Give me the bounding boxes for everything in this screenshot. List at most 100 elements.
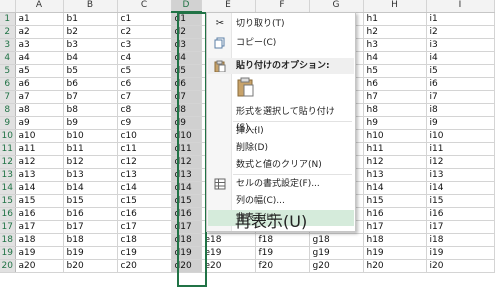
menu-item-insert[interactable]: 挿入(I) <box>208 123 354 139</box>
cell[interactable]: a5 <box>15 64 64 78</box>
cell[interactable]: d15 <box>171 194 202 208</box>
cell[interactable]: b2 <box>63 25 118 39</box>
cell[interactable]: h8 <box>363 103 427 117</box>
cell[interactable]: c17 <box>117 220 172 234</box>
cell[interactable]: b8 <box>63 103 118 117</box>
cell[interactable]: i19 <box>426 246 495 260</box>
cell[interactable]: i14 <box>426 181 495 195</box>
cell[interactable]: c8 <box>117 103 172 117</box>
cell[interactable]: e19 <box>201 246 256 260</box>
cell[interactable]: a15 <box>15 194 64 208</box>
cell[interactable]: c9 <box>117 116 172 130</box>
cell[interactable]: d17 <box>171 220 202 234</box>
cell[interactable]: h5 <box>363 64 427 78</box>
cell[interactable]: c16 <box>117 207 172 221</box>
cell[interactable]: g18 <box>309 233 364 247</box>
row-header[interactable]: 7 <box>0 90 16 104</box>
cell[interactable]: h20 <box>363 259 427 273</box>
cell[interactable]: a11 <box>15 142 64 156</box>
cell[interactable]: i3 <box>426 38 495 52</box>
cell[interactable]: i2 <box>426 25 495 39</box>
cell[interactable]: c12 <box>117 155 172 169</box>
cell[interactable]: i10 <box>426 129 495 143</box>
cell[interactable]: h4 <box>363 51 427 65</box>
cell[interactable]: b14 <box>63 181 118 195</box>
cell[interactable]: h10 <box>363 129 427 143</box>
column-header-g[interactable]: G <box>309 0 364 13</box>
cell[interactable]: h9 <box>363 116 427 130</box>
cell[interactable]: c18 <box>117 233 172 247</box>
cell[interactable]: a2 <box>15 25 64 39</box>
column-header-b[interactable]: B <box>63 0 118 13</box>
column-header-i[interactable]: I <box>426 0 495 13</box>
cell[interactable]: b16 <box>63 207 118 221</box>
cell[interactable]: d16 <box>171 207 202 221</box>
cell[interactable]: h6 <box>363 77 427 91</box>
cell[interactable]: c4 <box>117 51 172 65</box>
cell[interactable]: c15 <box>117 194 172 208</box>
cell[interactable]: d19 <box>171 246 202 260</box>
menu-item-delete[interactable]: 削除(D) <box>208 140 354 156</box>
cell[interactable]: d4 <box>171 51 202 65</box>
row-header[interactable]: 3 <box>0 38 16 52</box>
column-header-d[interactable]: D <box>171 0 202 13</box>
menu-item-copy[interactable]: コピー(C) <box>208 35 354 51</box>
cell[interactable]: f20 <box>255 259 310 273</box>
cell[interactable]: d13 <box>171 168 202 182</box>
menu-item-cut[interactable]: ✂ 切り取り(T) <box>208 16 354 32</box>
column-header-e[interactable]: E <box>201 0 256 13</box>
cell[interactable]: d11 <box>171 142 202 156</box>
row-header[interactable]: 12 <box>0 155 16 169</box>
cell[interactable]: i17 <box>426 220 495 234</box>
row-header[interactable]: 18 <box>0 233 16 247</box>
column-header-f[interactable]: F <box>255 0 310 13</box>
row-header[interactable]: 9 <box>0 116 16 130</box>
cell[interactable]: h3 <box>363 38 427 52</box>
cell[interactable]: c7 <box>117 90 172 104</box>
menu-item-unhide[interactable]: 再表示(U) <box>207 214 383 230</box>
column-header-a[interactable]: A <box>15 0 64 13</box>
row-header[interactable]: 15 <box>0 194 16 208</box>
cell[interactable]: c6 <box>117 77 172 91</box>
row-header[interactable]: 20 <box>0 259 16 273</box>
cell[interactable]: c14 <box>117 181 172 195</box>
cell[interactable]: a12 <box>15 155 64 169</box>
cell[interactable]: b18 <box>63 233 118 247</box>
cell[interactable]: b9 <box>63 116 118 130</box>
row-header[interactable]: 6 <box>0 77 16 91</box>
row-header[interactable]: 4 <box>0 51 16 65</box>
cell[interactable]: a7 <box>15 90 64 104</box>
cell[interactable]: h1 <box>363 12 427 26</box>
cell[interactable]: c5 <box>117 64 172 78</box>
cell[interactable]: a14 <box>15 181 64 195</box>
cell[interactable]: i8 <box>426 103 495 117</box>
menu-item-paste-special[interactable]: 形式を選択して貼り付け(S)... <box>208 104 354 133</box>
cell[interactable]: b10 <box>63 129 118 143</box>
cell[interactable]: h7 <box>363 90 427 104</box>
cell[interactable]: d10 <box>171 129 202 143</box>
row-header[interactable]: 19 <box>0 246 16 260</box>
cell[interactable]: a3 <box>15 38 64 52</box>
cell[interactable]: c1 <box>117 12 172 26</box>
cell[interactable]: d3 <box>171 38 202 52</box>
cell[interactable]: i6 <box>426 77 495 91</box>
cell[interactable]: d9 <box>171 116 202 130</box>
cell[interactable]: i1 <box>426 12 495 26</box>
cell[interactable]: c2 <box>117 25 172 39</box>
cell[interactable]: b3 <box>63 38 118 52</box>
cell[interactable]: d2 <box>171 25 202 39</box>
row-header[interactable]: 14 <box>0 181 16 195</box>
cell[interactable]: b7 <box>63 90 118 104</box>
cell[interactable]: a1 <box>15 12 64 26</box>
cell[interactable]: a18 <box>15 233 64 247</box>
row-header[interactable]: 10 <box>0 129 16 143</box>
cell[interactable]: e20 <box>201 259 256 273</box>
row-header[interactable]: 13 <box>0 168 16 182</box>
cell[interactable]: a13 <box>15 168 64 182</box>
column-header-h[interactable]: H <box>363 0 427 13</box>
cell[interactable]: b11 <box>63 142 118 156</box>
cell[interactable]: i4 <box>426 51 495 65</box>
cell[interactable]: h11 <box>363 142 427 156</box>
cell[interactable]: i16 <box>426 207 495 221</box>
row-header[interactable]: 2 <box>0 25 16 39</box>
